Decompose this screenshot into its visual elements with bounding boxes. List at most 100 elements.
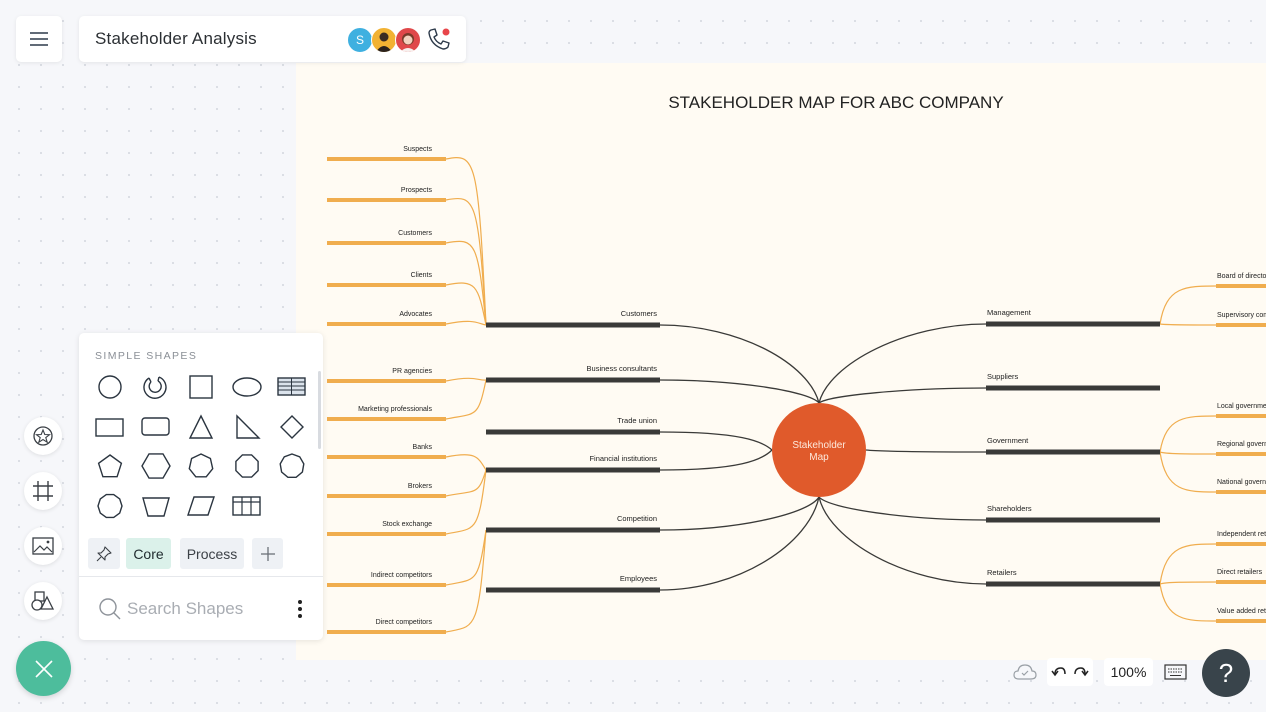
branch-label[interactable]: Financial institutions bbox=[589, 454, 657, 463]
add-library-button[interactable] bbox=[252, 538, 283, 569]
leaf-bar[interactable] bbox=[1216, 542, 1266, 546]
leaf-label[interactable]: Advocates bbox=[399, 311, 432, 318]
redo-icon[interactable] bbox=[1073, 664, 1089, 680]
branch-bar[interactable] bbox=[986, 449, 1160, 455]
image-button[interactable] bbox=[24, 527, 62, 565]
shape-partial-ring[interactable] bbox=[139, 372, 173, 402]
branch-bar[interactable] bbox=[986, 581, 1160, 587]
branch-bar[interactable] bbox=[986, 321, 1160, 327]
more-options-button[interactable] bbox=[293, 597, 307, 621]
branch-label[interactable]: Employees bbox=[620, 574, 657, 583]
branch-bar[interactable] bbox=[986, 517, 1160, 523]
leaf-bar[interactable] bbox=[327, 583, 446, 587]
branch-bar[interactable] bbox=[986, 385, 1160, 391]
branch-label[interactable]: Retailers bbox=[987, 568, 1017, 577]
shape-nonagon[interactable] bbox=[275, 451, 309, 481]
branch-bar[interactable] bbox=[486, 429, 660, 435]
leaf-bar[interactable] bbox=[327, 283, 446, 287]
leaf-label[interactable]: Board of directors bbox=[1217, 273, 1266, 280]
shape-table-grid[interactable] bbox=[230, 491, 264, 521]
leaf-bar[interactable] bbox=[327, 494, 446, 498]
collaborator-avatar[interactable] bbox=[371, 27, 397, 53]
leaf-bar[interactable] bbox=[1216, 490, 1266, 494]
collaborator-avatar[interactable] bbox=[395, 27, 421, 53]
shape-ellipse[interactable] bbox=[230, 372, 264, 402]
branch-label[interactable]: Shareholders bbox=[987, 504, 1032, 513]
call-button[interactable] bbox=[426, 26, 452, 52]
leaf-bar[interactable] bbox=[1216, 323, 1266, 327]
document-title[interactable]: Stakeholder Analysis bbox=[95, 29, 257, 49]
leaf-label[interactable]: Independent retailers bbox=[1217, 531, 1266, 538]
shape-rounded-rectangle[interactable] bbox=[139, 412, 173, 442]
help-button[interactable]: ? bbox=[1202, 649, 1250, 697]
branch-bar[interactable] bbox=[486, 587, 660, 593]
leaf-label[interactable]: Clients bbox=[411, 272, 433, 279]
leaf-label[interactable]: PR agencies bbox=[392, 368, 432, 375]
leaf-label[interactable]: Brokers bbox=[408, 483, 433, 490]
leaf-label[interactable]: National government bbox=[1217, 479, 1266, 486]
search-shapes-input[interactable] bbox=[125, 598, 289, 620]
branch-bar[interactable] bbox=[486, 527, 660, 533]
collaborator-avatar[interactable]: S bbox=[347, 27, 373, 53]
undo-icon[interactable] bbox=[1051, 664, 1067, 680]
tab-core[interactable]: Core bbox=[126, 538, 171, 569]
leaf-bar[interactable] bbox=[1216, 414, 1266, 418]
pin-button[interactable] bbox=[88, 538, 120, 569]
shape-pentagon[interactable] bbox=[93, 451, 127, 481]
leaf-label[interactable]: Stock exchange bbox=[382, 521, 432, 528]
branch-label[interactable]: Customers bbox=[621, 309, 658, 318]
branch-bar[interactable] bbox=[486, 322, 660, 328]
leaf-bar[interactable] bbox=[327, 417, 446, 421]
shape-heptagon[interactable] bbox=[184, 451, 218, 481]
leaf-label[interactable]: Direct retailers bbox=[1217, 569, 1263, 576]
diagram-canvas[interactable]: STAKEHOLDER MAP FOR ABC COMPANY Customer… bbox=[296, 63, 1266, 660]
panel-scrollbar[interactable] bbox=[318, 371, 321, 449]
frame-button[interactable] bbox=[24, 472, 62, 510]
shape-triangle[interactable] bbox=[184, 412, 218, 442]
branch-label[interactable]: Management bbox=[987, 308, 1032, 317]
leaf-label[interactable]: Regional government bbox=[1217, 441, 1266, 448]
shapes-button[interactable] bbox=[24, 582, 62, 620]
shape-circle[interactable] bbox=[93, 372, 127, 402]
leaf-label[interactable]: Value added retailers bbox=[1217, 608, 1266, 615]
shape-parallelogram[interactable] bbox=[184, 491, 218, 521]
shape-table-striped[interactable] bbox=[275, 372, 309, 402]
branch-bar[interactable] bbox=[486, 377, 660, 383]
leaf-label[interactable]: Marketing professionals bbox=[358, 406, 432, 413]
leaf-bar[interactable] bbox=[327, 157, 446, 161]
leaf-bar[interactable] bbox=[327, 455, 446, 459]
zoom-level[interactable]: 100% bbox=[1104, 658, 1153, 686]
center-node[interactable]: Stakeholder Map bbox=[772, 403, 866, 497]
leaf-bar[interactable] bbox=[327, 198, 446, 202]
leaf-bar[interactable] bbox=[1216, 580, 1266, 584]
leaf-bar[interactable] bbox=[1216, 284, 1266, 288]
leaf-bar[interactable] bbox=[1216, 619, 1266, 623]
leaf-label[interactable]: Direct competitors bbox=[376, 619, 433, 626]
leaf-label[interactable]: Indirect competitors bbox=[371, 572, 433, 579]
leaf-bar[interactable] bbox=[327, 322, 446, 326]
leaf-label[interactable]: Prospects bbox=[401, 187, 433, 194]
branch-bar[interactable] bbox=[486, 467, 660, 473]
leaf-label[interactable]: Customers bbox=[398, 230, 432, 237]
stickers-button[interactable] bbox=[24, 417, 62, 455]
shape-trapezoid[interactable] bbox=[139, 491, 173, 521]
leaf-bar[interactable] bbox=[1216, 452, 1266, 456]
close-panel-button[interactable] bbox=[16, 641, 71, 696]
shape-diamond[interactable] bbox=[275, 412, 309, 442]
branch-label[interactable]: Government bbox=[987, 436, 1029, 445]
shape-rectangle[interactable] bbox=[93, 412, 127, 442]
keyboard-shortcuts-icon[interactable] bbox=[1164, 664, 1187, 680]
diagram-title[interactable]: STAKEHOLDER MAP FOR ABC COMPANY bbox=[668, 93, 1003, 112]
stakeholder-map[interactable]: STAKEHOLDER MAP FOR ABC COMPANY Customer… bbox=[296, 63, 1266, 660]
leaf-label[interactable]: Supervisory committee bbox=[1217, 312, 1266, 319]
branch-label[interactable]: Trade union bbox=[617, 416, 657, 425]
branch-label[interactable]: Business consultants bbox=[587, 364, 658, 373]
shape-octagon[interactable] bbox=[230, 451, 264, 481]
branch-label[interactable]: Competition bbox=[617, 514, 657, 523]
leaf-bar[interactable] bbox=[327, 241, 446, 245]
leaf-label[interactable]: Suspects bbox=[403, 146, 432, 153]
leaf-bar[interactable] bbox=[327, 532, 446, 536]
leaf-label[interactable]: Banks bbox=[413, 444, 433, 451]
leaf-label[interactable]: Local government bbox=[1217, 403, 1266, 410]
shape-decagon[interactable] bbox=[93, 491, 127, 521]
